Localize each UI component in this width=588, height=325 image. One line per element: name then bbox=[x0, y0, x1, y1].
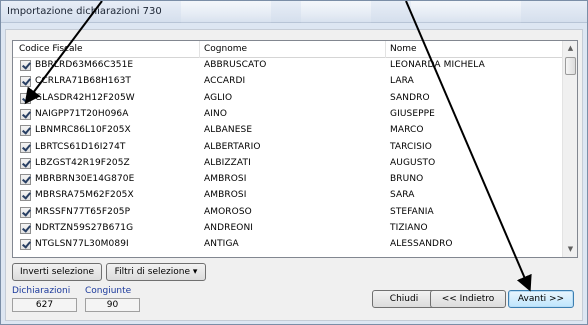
declarations-count-label: Dichiarazioni bbox=[12, 286, 71, 296]
row-cell-cf: NTGLSN77L30M089I bbox=[35, 239, 129, 250]
row-cell-cognome: AMBROSI bbox=[204, 190, 247, 201]
table-row[interactable]: LBRTCS61D16I274T ALBERTARIO TARCISIO bbox=[13, 141, 563, 155]
chevron-up-icon[interactable]: ▲ bbox=[563, 41, 578, 56]
title-glare bbox=[181, 1, 271, 23]
row-cell-nome: BRUNO bbox=[390, 174, 424, 185]
row-cell-cognome: ALBANESE bbox=[204, 125, 253, 136]
joint-count-value: 90 bbox=[85, 298, 140, 312]
row-cell-nome: GIUSEPPE bbox=[390, 108, 435, 119]
row-cell-nome: MARCO bbox=[390, 125, 424, 136]
vertical-scrollbar[interactable]: ▲ ▼ bbox=[562, 41, 577, 257]
title-bar[interactable]: Importazione dichiarazioni 730 bbox=[1, 1, 587, 23]
table-row[interactable]: NAIGPP71T20H096A AINO GIUSEPPE bbox=[13, 108, 563, 122]
column-header-codice-fiscale[interactable]: Codice Fiscale bbox=[19, 44, 83, 54]
table-row[interactable]: LBZGST42R19F205Z ALBIZZATI AUGUSTO bbox=[13, 157, 563, 171]
column-separator[interactable] bbox=[199, 41, 200, 58]
row-cell-nome: SARA bbox=[390, 190, 415, 201]
checkbox-checked-icon[interactable] bbox=[20, 108, 31, 120]
row-cell-cognome: AMOROSO bbox=[204, 206, 252, 217]
row-cell-cf: MBRBRN30E14G870E bbox=[35, 174, 135, 185]
row-cell-cf: LBRTCS61D16I274T bbox=[35, 141, 126, 152]
invert-selection-button[interactable]: Inverti selezione bbox=[12, 263, 102, 281]
checkbox-checked-icon[interactable] bbox=[20, 223, 31, 234]
row-cell-cf: GLASDR42H12F205W bbox=[35, 92, 135, 103]
row-cell-cognome: ALBIZZATI bbox=[204, 157, 251, 168]
column-header-cognome[interactable]: Cognome bbox=[204, 44, 247, 54]
dialog-client-area: Codice Fiscale Cognome Nome BBRLRD63M66C… bbox=[5, 29, 583, 321]
chevron-down-icon[interactable]: ▼ bbox=[563, 242, 578, 257]
column-separator[interactable] bbox=[385, 41, 386, 58]
column-header-nome[interactable]: Nome bbox=[390, 44, 417, 54]
row-cell-cognome: AGLIO bbox=[204, 92, 233, 103]
checkbox-checked-icon[interactable] bbox=[20, 157, 31, 169]
title-glare bbox=[301, 1, 371, 23]
selection-filters-dropdown[interactable]: Filtri di selezione ▾ bbox=[106, 263, 206, 281]
table-row[interactable]: MRSSFN77T65F205P AMOROSO STEFANIA bbox=[13, 206, 563, 220]
checkbox-checked-icon[interactable] bbox=[20, 141, 31, 153]
table-row[interactable]: GLASDR42H12F205W AGLIO SANDRO bbox=[13, 92, 563, 106]
table-row[interactable]: CCRLRA71B68H163T ACCARDI LARA bbox=[13, 75, 563, 89]
row-cell-cf: MRSSFN77T65F205P bbox=[35, 206, 131, 217]
row-cell-cf: LBNMRC86L10F205X bbox=[35, 125, 131, 136]
dialog-window: Importazione dichiarazioni 730 Codice Fi… bbox=[0, 0, 588, 325]
checkbox-checked-icon[interactable] bbox=[20, 174, 31, 186]
row-cell-nome: SANDRO bbox=[390, 92, 430, 103]
row-cell-nome: LARA bbox=[390, 76, 414, 87]
checkbox-checked-icon[interactable] bbox=[20, 239, 31, 251]
declarations-count-value: 627 bbox=[12, 298, 77, 312]
title-glare bbox=[411, 1, 521, 23]
row-cell-nome: STEFANIA bbox=[390, 206, 434, 217]
table-row[interactable]: BBRLRD63M66C351E ABBRUSCATO LEONARDA MICHE… bbox=[13, 59, 563, 73]
table-row[interactable]: MBRSRA75M62F205X AMBROSI SARA bbox=[13, 189, 563, 203]
list-header: Codice Fiscale Cognome Nome bbox=[13, 41, 563, 58]
next-button[interactable]: Avanti >> bbox=[508, 290, 574, 308]
row-cell-cognome: ANDREONI bbox=[204, 223, 254, 233]
row-cell-cognome: AMBROSI bbox=[204, 174, 247, 185]
back-button[interactable]: << Indietro bbox=[430, 290, 506, 308]
checkbox-checked-icon[interactable] bbox=[20, 206, 31, 218]
joint-count-label: Congiunte bbox=[85, 286, 132, 296]
checkbox-checked-icon[interactable] bbox=[20, 92, 31, 104]
table-row[interactable]: NTGLSN77L30M089I ANTIGA ALESSANDRO bbox=[13, 238, 563, 252]
checkbox-checked-icon[interactable] bbox=[20, 190, 31, 202]
row-cell-cognome: ACCARDI bbox=[204, 76, 246, 87]
row-cell-nome: LEONARDA MICHELA bbox=[390, 60, 485, 70]
table-row[interactable]: NDRTZN59S27B671G ANDREONI TIZIANO bbox=[13, 222, 563, 236]
row-cell-cognome: ALBERTARIO bbox=[204, 141, 261, 152]
checkbox-checked-icon[interactable] bbox=[20, 76, 31, 88]
checkbox-checked-icon[interactable] bbox=[20, 125, 31, 137]
declarations-list[interactable]: Codice Fiscale Cognome Nome BBRLRD63M66C… bbox=[12, 40, 578, 258]
row-cell-cognome: ANTIGA bbox=[204, 239, 239, 250]
row-cell-cognome: AINO bbox=[204, 108, 228, 119]
row-cell-nome: ALESSANDRO bbox=[390, 239, 453, 250]
row-cell-nome: TARCISIO bbox=[390, 141, 432, 152]
close-button[interactable]: Chiudi bbox=[372, 290, 436, 308]
window-title: Importazione dichiarazioni 730 bbox=[7, 6, 162, 17]
row-cell-nome: AUGUSTO bbox=[390, 157, 436, 168]
checkbox-checked-icon[interactable] bbox=[20, 60, 31, 71]
row-cell-cf: CCRLRA71B68H163T bbox=[35, 76, 132, 87]
list-rows: BBRLRD63M66C351E ABBRUSCATO LEONARDA MICHE… bbox=[13, 59, 563, 257]
row-cell-cf: NAIGPP71T20H096A bbox=[35, 108, 129, 119]
table-row[interactable]: LBNMRC86L10F205X ALBANESE MARCO bbox=[13, 124, 563, 138]
row-cell-cf: MBRSRA75M62F205X bbox=[35, 190, 134, 201]
row-cell-nome: TIZIANO bbox=[390, 223, 428, 233]
table-row[interactable]: MBRBRN30E14G870E AMBROSI BRUNO bbox=[13, 173, 563, 187]
row-cell-cognome: ABBRUSCATO bbox=[204, 60, 267, 70]
scrollbar-thumb[interactable] bbox=[565, 57, 576, 75]
row-cell-cf: BBRLRD63M66C351E bbox=[35, 60, 134, 70]
row-cell-cf: LBZGST42R19F205Z bbox=[35, 157, 130, 168]
row-cell-cf: NDRTZN59S27B671G bbox=[35, 223, 134, 233]
